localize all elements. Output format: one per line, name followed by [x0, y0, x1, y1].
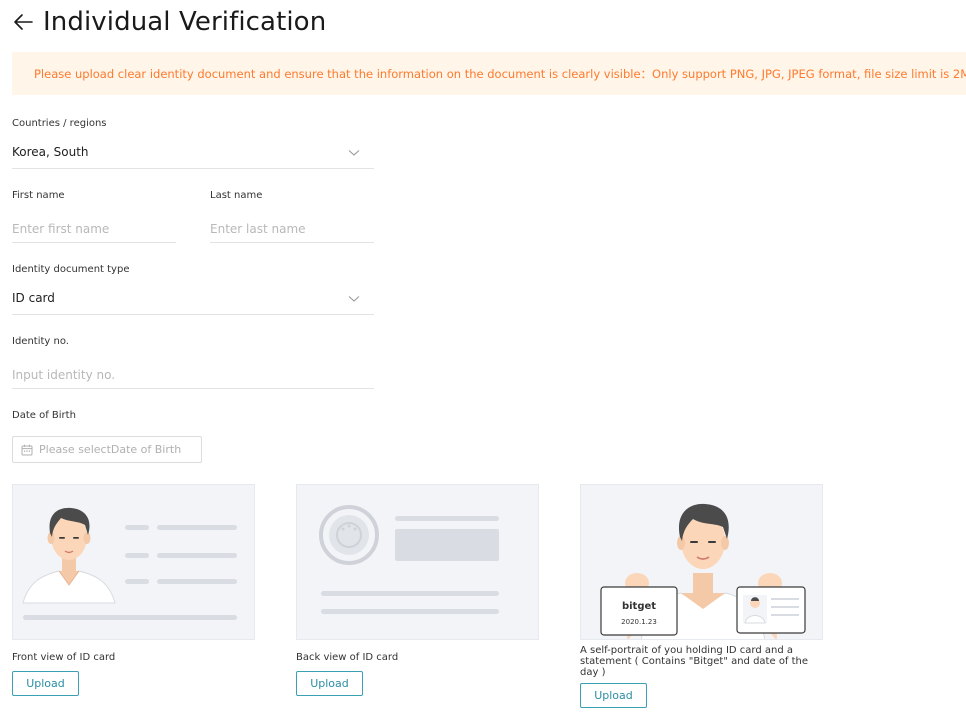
chevron-down-icon [348, 296, 360, 302]
first-name-label: First name [12, 190, 65, 201]
doc-type-label: Identity document type [12, 264, 130, 275]
front-id-upload-area[interactable] [12, 484, 255, 640]
calendar-icon [21, 444, 33, 455]
country-label: Countries / regions [12, 118, 107, 129]
selfie-upload-area[interactable]: bitget 2020.1.23 [580, 484, 823, 640]
country-value: Korea, South [12, 145, 89, 159]
country-underline [12, 168, 374, 169]
arrow-left-icon[interactable] [12, 11, 34, 33]
back-id-caption: Back view of ID card [296, 652, 399, 663]
last-name-label: Last name [210, 190, 263, 201]
country-select[interactable]: Korea, South [12, 140, 374, 168]
identity-no-label: Identity no. [12, 336, 69, 347]
notice-text: Please upload clear identity document an… [34, 66, 966, 81]
upload-back-button[interactable]: Upload [296, 671, 363, 696]
selfie-caption: A self-portrait of you holding ID card a… [580, 645, 809, 678]
dob-input[interactable] [39, 443, 199, 456]
page-header: Individual Verification [12, 4, 326, 40]
selfie-illustration: bitget 2020.1.23 [600, 503, 806, 639]
statement-brand: bitget [622, 601, 656, 612]
chevron-down-icon [348, 150, 360, 156]
dob-picker[interactable] [12, 436, 202, 463]
last-name-input[interactable] [210, 220, 374, 238]
back-id-illustration [319, 505, 499, 614]
dob-label: Date of Birth [12, 410, 76, 421]
back-id-upload-area[interactable] [296, 484, 539, 640]
upload-selfie-button[interactable]: Upload [580, 683, 647, 708]
identity-no-input[interactable] [12, 366, 374, 384]
front-id-caption: Front view of ID card [12, 652, 116, 663]
doc-type-select[interactable]: ID card [12, 286, 374, 314]
first-name-underline [12, 242, 176, 243]
page-title: Individual Verification [43, 7, 327, 37]
upload-front-button[interactable]: Upload [12, 671, 79, 696]
front-id-illustration [22, 507, 237, 620]
doc-type-value: ID card [12, 291, 55, 305]
first-name-input[interactable] [12, 220, 176, 238]
statement-date: 2020.1.23 [621, 618, 657, 626]
last-name-underline [210, 242, 374, 243]
doc-type-underline [12, 314, 374, 315]
upload-notice-banner: Please upload clear identity document an… [12, 52, 966, 95]
identity-no-underline [12, 388, 374, 389]
